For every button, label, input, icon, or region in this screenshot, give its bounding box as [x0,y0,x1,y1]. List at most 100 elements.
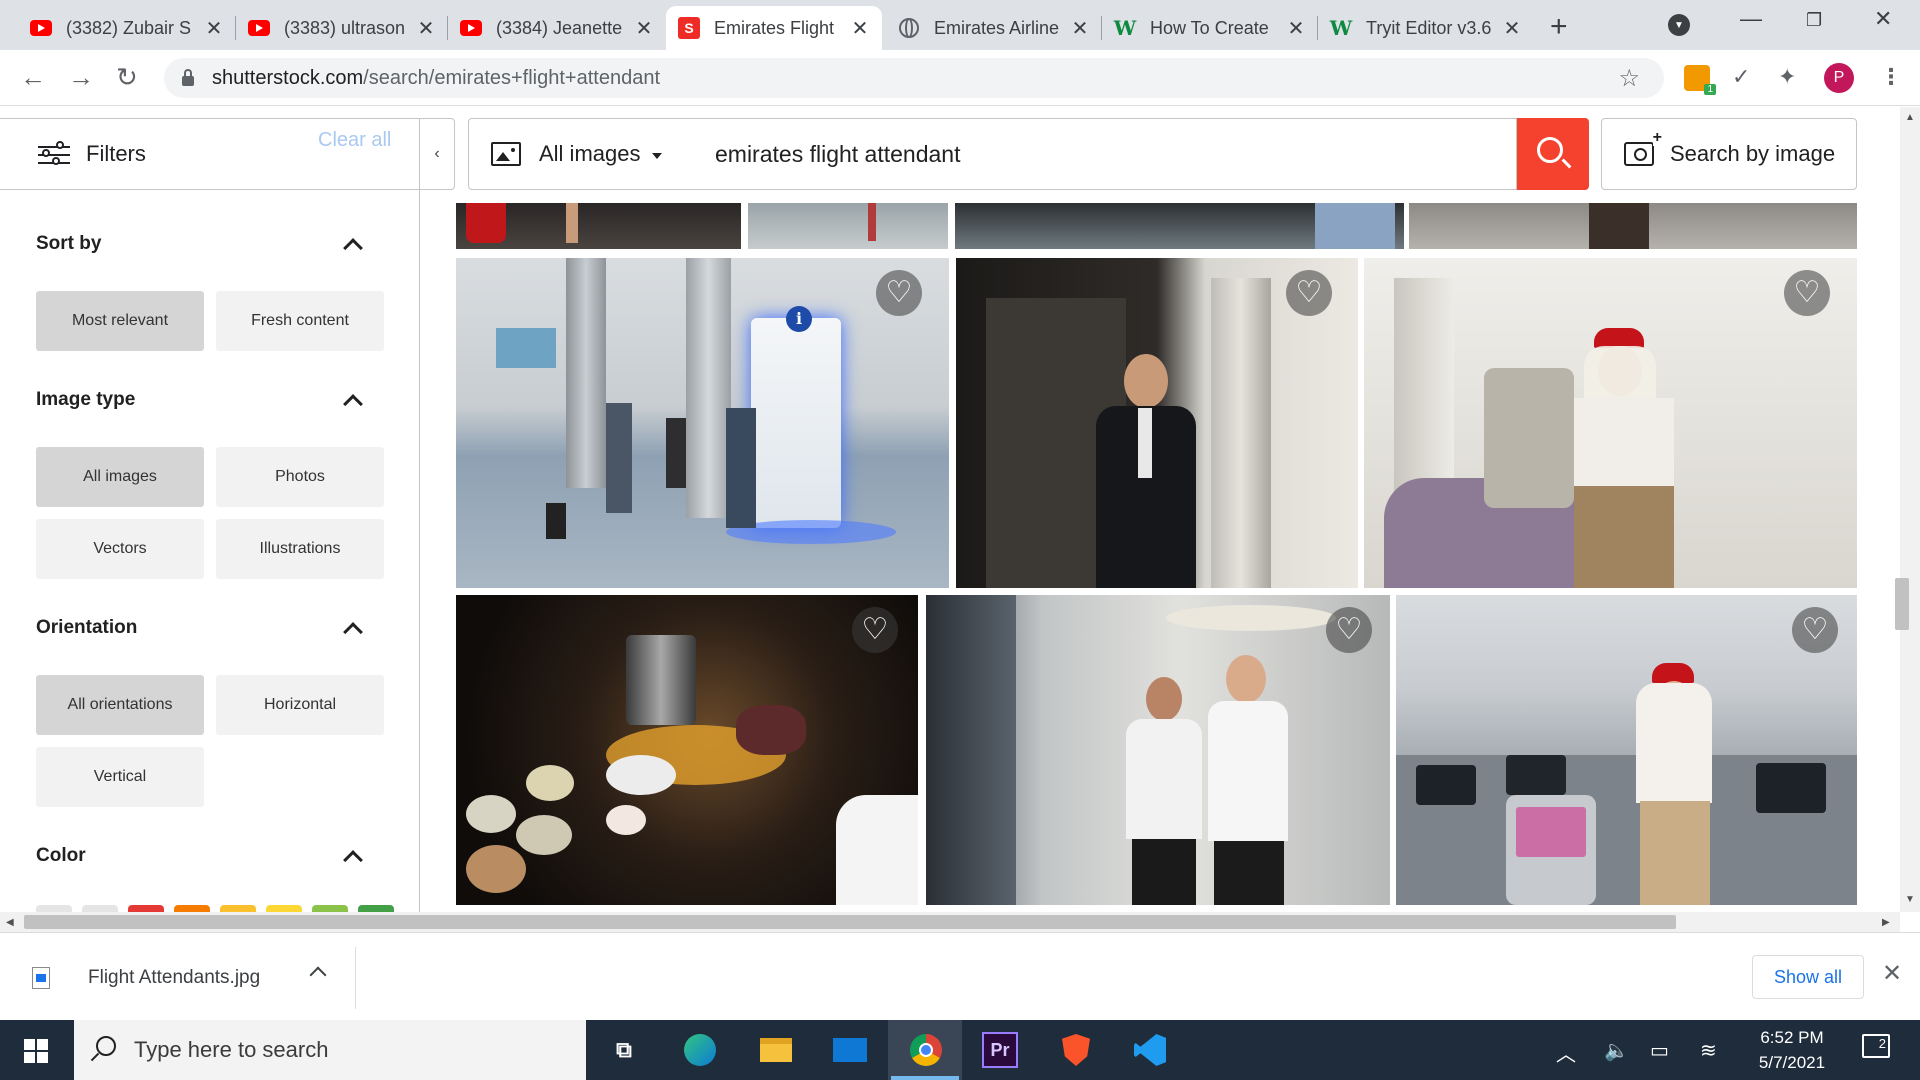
windows-start-icon[interactable] [24,1039,48,1063]
browser-tab-1[interactable]: (3382) Zubair S ✕ [18,6,236,50]
search-input[interactable] [691,118,1517,190]
image-type-header[interactable]: Image type [36,389,366,414]
reload-icon[interactable]: ↻ [116,62,138,93]
sort-by-header[interactable]: Sort by [36,233,366,258]
chevron-up-icon[interactable] [343,622,363,642]
image-thumbnail[interactable] [456,203,741,249]
extension-icon[interactable]: 1 [1684,65,1716,95]
premiere-pro-icon[interactable]: Pr [982,1032,1018,1068]
close-tab-icon[interactable]: ✕ [416,16,436,41]
close-tab-icon[interactable]: ✕ [204,16,224,41]
close-shelf-icon[interactable]: ✕ [1882,959,1902,988]
chevron-up-icon[interactable] [309,966,327,984]
color-swatch[interactable] [82,905,118,912]
brave-icon[interactable] [1058,1032,1094,1068]
image-thumbnail[interactable] [955,203,1404,249]
color-swatch[interactable] [128,905,164,912]
task-view-icon[interactable]: ⧉ [606,1032,642,1068]
color-swatch[interactable] [174,905,210,912]
chevron-up-icon[interactable] [343,394,363,414]
sort-fresh-content[interactable]: Fresh content [216,291,384,351]
heart-icon[interactable]: ♡ [876,270,922,316]
address-bar[interactable]: shutterstock.com/search/emirates+flight+… [164,58,1664,98]
close-tab-icon[interactable]: ✕ [850,16,870,41]
scroll-left-arrow-icon[interactable]: ◀ [6,917,14,928]
image-thumbnail-airport-kiosk[interactable]: i ♡ [456,258,949,588]
color-swatch[interactable] [358,905,394,912]
taskbar-clock[interactable]: 6:52 PM 5/7/2021 [1752,1025,1832,1075]
scroll-right-arrow-icon[interactable]: ▶ [1882,917,1890,928]
file-explorer-icon[interactable] [758,1032,794,1068]
battery-icon[interactable]: ▭ [1650,1038,1669,1063]
edge-icon[interactable] [682,1032,718,1068]
browser-tab-7[interactable]: W Tryit Editor v3.6 ✕ [1318,6,1534,50]
wifi-icon[interactable]: ≋ [1700,1038,1717,1063]
orientation-all[interactable]: All orientations [36,675,204,735]
color-swatch[interactable] [36,905,72,912]
close-tab-icon[interactable]: ✕ [1070,16,1090,41]
close-tab-icon[interactable]: ✕ [1502,16,1522,41]
clear-all-link[interactable]: Clear all [318,129,391,152]
mail-icon[interactable] [832,1032,868,1068]
scroll-down-arrow-icon[interactable]: ▼ [1905,894,1915,905]
browser-tab-3[interactable]: (3384) Jeanette ✕ [448,6,666,50]
collapse-sidebar-button[interactable]: ‹ [419,118,455,190]
scroll-up-arrow-icon[interactable]: ▲ [1905,112,1915,123]
bookmark-star-icon[interactable]: ☆ [1618,64,1640,93]
heart-icon[interactable]: ♡ [1784,270,1830,316]
menu-kebab-icon[interactable]: ⋮ [1880,64,1902,90]
color-swatch[interactable] [220,905,256,912]
browser-tab-active[interactable]: S Emirates Flight ✕ [666,6,882,50]
image-thumbnail-attendant-seat[interactable]: ♡ [1364,258,1857,588]
orientation-horizontal[interactable]: Horizontal [216,675,384,735]
image-thumbnail-cabin-attendant[interactable]: ♡ [1396,595,1857,905]
image-thumbnail-two-stewards[interactable]: ♡ [926,595,1390,905]
type-vectors[interactable]: Vectors [36,519,204,579]
image-thumbnail[interactable] [748,203,948,249]
volume-icon[interactable]: 🔈 [1604,1038,1629,1063]
heart-icon[interactable]: ♡ [1326,607,1372,653]
type-all-images[interactable]: All images [36,447,204,507]
sort-most-relevant[interactable]: Most relevant [36,291,204,351]
checkmark-icon[interactable]: ✓ [1732,64,1750,90]
heart-icon[interactable]: ♡ [852,607,898,653]
show-all-button[interactable]: Show all [1752,955,1864,999]
orientation-header[interactable]: Orientation [36,617,366,642]
chevron-up-icon[interactable] [343,238,363,258]
show-hidden-icons[interactable]: ︿ [1556,1038,1576,1067]
minimize-icon[interactable]: — [1740,6,1762,32]
chevron-up-icon[interactable] [343,850,363,870]
search-by-image-button[interactable]: Search by image [1601,118,1857,190]
heart-icon[interactable]: ♡ [1286,270,1332,316]
image-type-dropdown[interactable]: All images [468,118,692,190]
heart-icon[interactable]: ♡ [1792,607,1838,653]
type-illustrations[interactable]: Illustrations [216,519,384,579]
color-swatch[interactable] [266,905,302,912]
taskbar-search-box[interactable]: Type here to search [74,1020,586,1080]
browser-tab-6[interactable]: W How To Create ✕ [1102,6,1318,50]
type-photos[interactable]: Photos [216,447,384,507]
tab-search-icon[interactable]: ▼ [1668,14,1690,36]
vertical-scroll-thumb[interactable] [1895,578,1909,630]
close-tab-icon[interactable]: ✕ [1286,16,1306,41]
browser-tab-5[interactable]: Emirates Airline ✕ [886,6,1102,50]
close-tab-icon[interactable]: ✕ [634,16,654,41]
horizontal-scroll-thumb[interactable] [24,915,1676,929]
color-swatch[interactable] [312,905,348,912]
image-thumbnail-steward-doorway[interactable]: ♡ [956,258,1358,588]
chrome-icon[interactable] [908,1032,944,1068]
color-header[interactable]: Color [36,845,366,870]
new-tab-icon[interactable]: + [1550,10,1568,44]
search-button[interactable] [1517,118,1589,190]
extensions-puzzle-icon[interactable]: ✦ [1778,64,1796,90]
browser-tab-2[interactable]: (3383) ultrason ✕ [236,6,448,50]
orientation-vertical[interactable]: Vertical [36,747,204,807]
back-arrow-icon[interactable]: ← [20,62,46,93]
restore-icon[interactable]: ❐ [1806,10,1822,31]
image-thumbnail[interactable] [1409,203,1857,249]
forward-arrow-icon[interactable]: → [68,62,94,93]
vscode-icon[interactable] [1132,1032,1168,1068]
image-thumbnail-dining-service[interactable]: ♡ [456,595,918,905]
close-window-icon[interactable]: ✕ [1874,6,1892,32]
profile-avatar[interactable]: P [1824,63,1854,93]
